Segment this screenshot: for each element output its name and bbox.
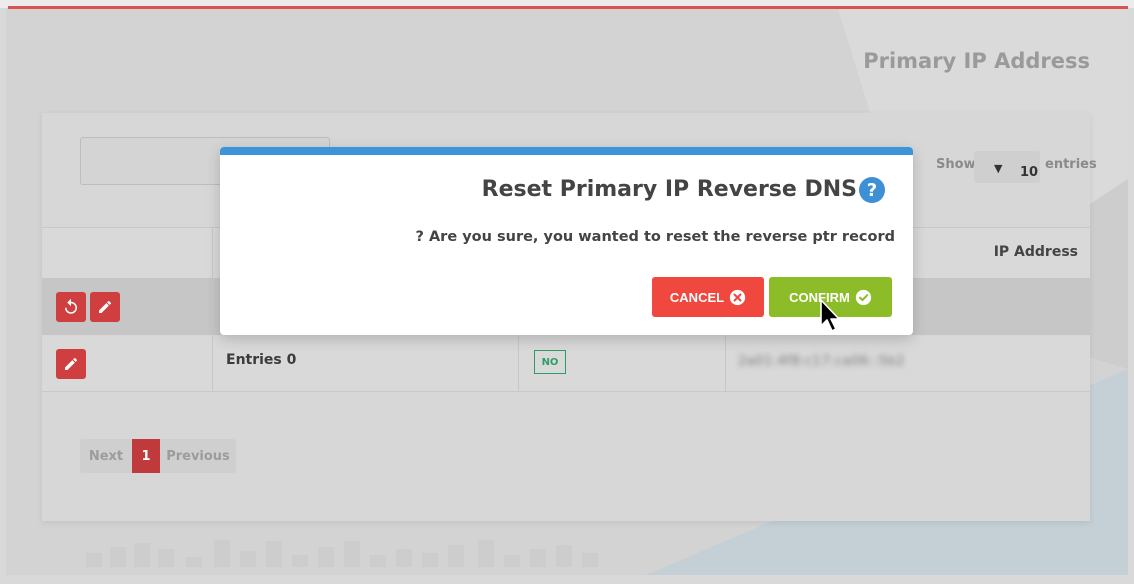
show-label: Show xyxy=(936,157,976,172)
decor-bar xyxy=(134,543,150,567)
reset-icon xyxy=(65,298,77,314)
check-circle-icon xyxy=(855,289,871,305)
pagination-page-1[interactable]: 1 xyxy=(132,439,160,473)
decor-bar xyxy=(504,555,520,567)
decor-bar xyxy=(292,555,308,567)
decor-bar xyxy=(556,545,572,567)
pagination-previous[interactable]: Previous xyxy=(160,439,236,473)
decor-bar xyxy=(266,541,282,567)
column-divider xyxy=(212,228,213,278)
decor-bar xyxy=(396,549,412,567)
times-circle-icon xyxy=(729,289,746,305)
reset-button[interactable] xyxy=(56,292,86,322)
status-badge: NO xyxy=(534,350,566,374)
row-name: Entries 0 xyxy=(226,352,297,368)
decor-bar xyxy=(370,555,386,567)
decor-bar xyxy=(582,553,598,567)
svg-text:?: ? xyxy=(867,180,877,201)
pencil-icon xyxy=(65,357,77,370)
cancel-button[interactable]: CANCEL xyxy=(652,277,764,317)
decor-bar xyxy=(110,547,126,567)
cancel-button-label: CANCEL xyxy=(669,289,725,305)
modal-title: Reset Primary IP Reverse DNS xyxy=(481,177,857,202)
edit-button[interactable] xyxy=(56,349,86,379)
decor-bar xyxy=(422,553,438,567)
decor-bar xyxy=(530,549,546,567)
decor-bar xyxy=(344,541,360,567)
decor-bar xyxy=(186,557,202,567)
reset-dns-dialog: Reset Primary IP Reverse DNS ? ? Are you… xyxy=(220,147,913,335)
pencil-icon xyxy=(99,300,111,313)
column-header-ip-address[interactable]: IP Address xyxy=(994,244,1078,260)
mouse-cursor-icon xyxy=(820,299,840,332)
modal-message: ? Are you sure, you wanted to reset the … xyxy=(415,229,896,245)
modal-top-bar xyxy=(220,147,913,155)
ip-address-value: 2a01:4f8:c17:ca06::5b2 xyxy=(738,354,905,369)
page-length-select[interactable]: ▼ 10 xyxy=(974,151,1040,183)
decor-bar xyxy=(318,547,334,567)
decor-bar xyxy=(448,545,464,567)
pagination-next[interactable]: Next xyxy=(80,439,132,473)
decor-bar xyxy=(86,553,102,567)
column-divider xyxy=(725,336,726,391)
decor-bar xyxy=(478,540,494,567)
decor-bar xyxy=(214,540,230,567)
page-title: Primary IP Address xyxy=(863,49,1090,73)
column-divider xyxy=(212,336,213,391)
column-divider xyxy=(518,336,519,391)
decor-bar xyxy=(158,549,174,567)
table-row: Entries 0 NO 2a01:4f8:c17:ca06::5b2 xyxy=(42,336,1090,392)
edit-button[interactable] xyxy=(90,292,120,322)
decor-bar xyxy=(240,551,256,567)
pagination: Next 1 Previous xyxy=(80,439,236,473)
entries-label: entries xyxy=(1045,157,1097,172)
caret-down-icon: ▼ xyxy=(994,162,1003,175)
page-length-value: 10 xyxy=(1020,165,1039,180)
question-circle-icon[interactable]: ? xyxy=(858,176,886,204)
